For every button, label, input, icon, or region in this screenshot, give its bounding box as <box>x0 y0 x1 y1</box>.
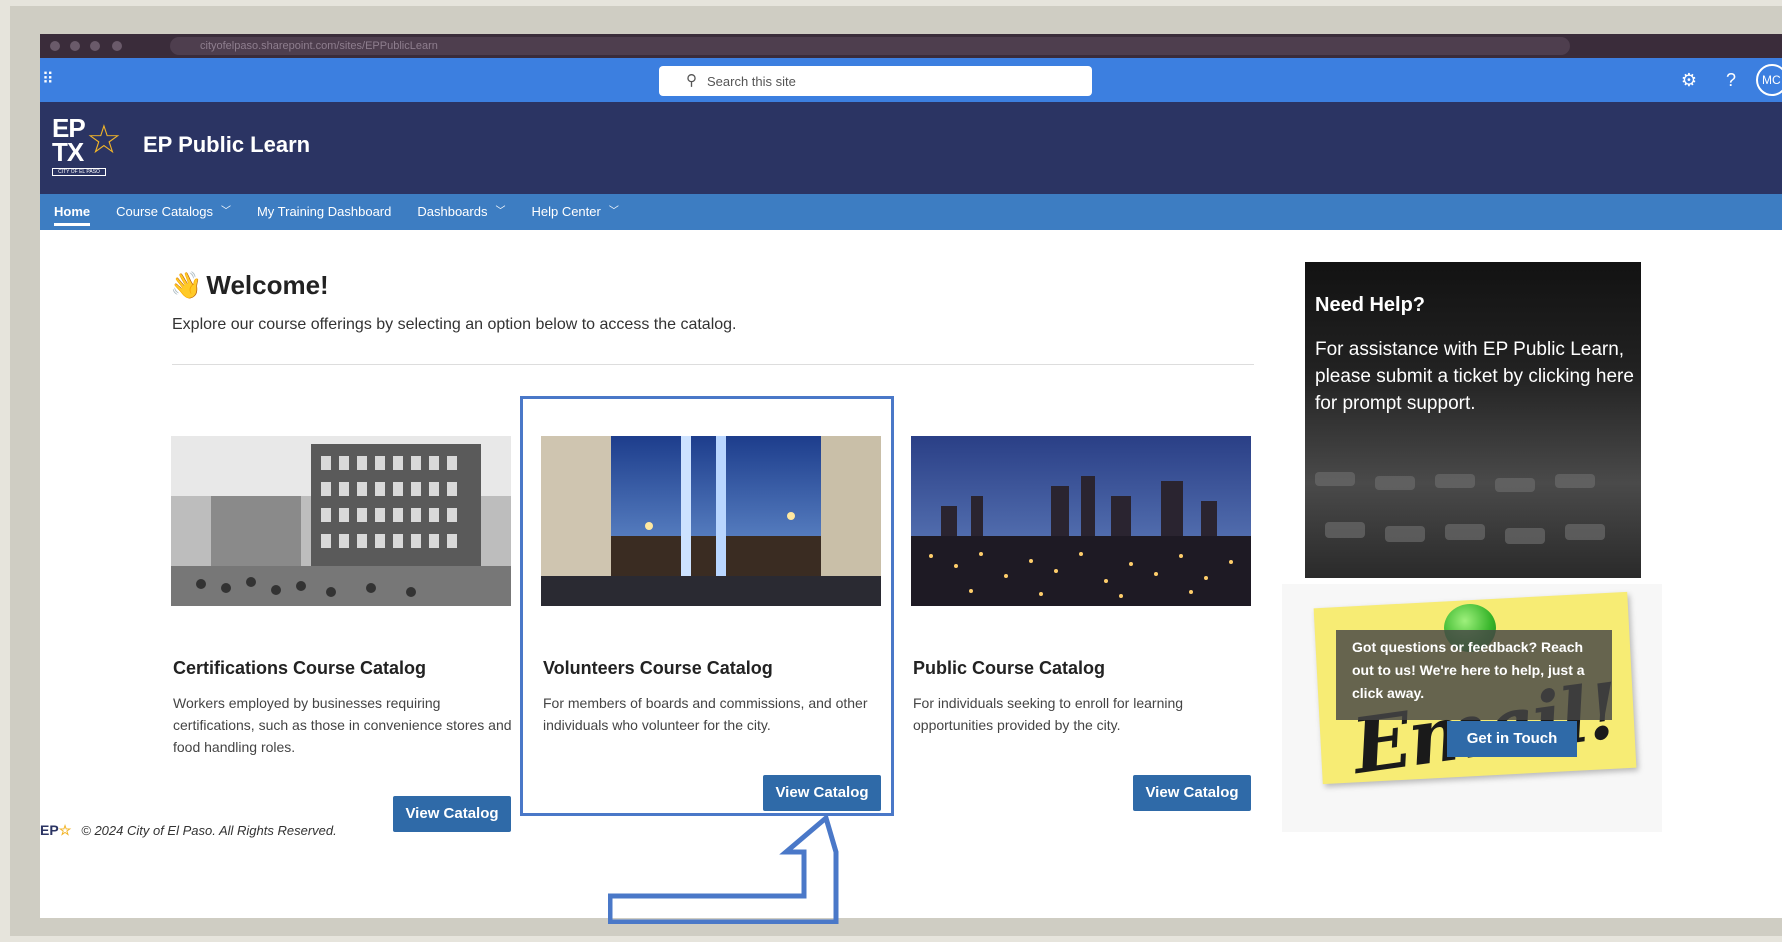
nav-item-home[interactable]: Home <box>54 194 91 230</box>
help-title: Need Help? <box>1315 294 1426 316</box>
browser-window: cityofelpaso.sharepoint.com/sites/EPPubl… <box>40 34 1782 918</box>
card-image-historic-street <box>171 436 511 606</box>
help-icon[interactable]: ? <box>1718 67 1744 93</box>
card-description: For members of boards and commissions, a… <box>543 695 868 733</box>
star-icon: ☆ <box>58 822 72 838</box>
catalog-card-certifications: Certifications Course Catalog Workers em… <box>171 436 512 832</box>
email-tile: Email! Got questions or feedback? Reach … <box>1282 584 1662 832</box>
card-description: Workers employed by businesses requiring… <box>173 695 512 755</box>
chevron-down-icon: ﹀ <box>495 206 506 217</box>
card-description: For individuals seeking to enroll for le… <box>913 695 1184 733</box>
avatar[interactable]: MC <box>1756 64 1782 96</box>
view-catalog-button[interactable]: View Catalog <box>763 775 881 811</box>
browser-toolbar: cityofelpaso.sharepoint.com/sites/EPPubl… <box>40 34 1782 58</box>
page-title: Welcome! <box>206 270 329 300</box>
chevron-down-icon: ﹀ <box>608 206 619 217</box>
search-input[interactable] <box>707 73 1067 89</box>
nav-item-label: Home <box>54 204 91 219</box>
sharepoint-suite-bar: ⠿ ⚲ ⚙ ? MC <box>40 58 1782 102</box>
card-title: Certifications Course Catalog <box>173 658 427 678</box>
address-bar[interactable]: cityofelpaso.sharepoint.com/sites/EPPubl… <box>170 37 1570 55</box>
search-icon: ⚲ <box>686 72 697 89</box>
copyright-text: © 2024 City of El Paso. All Rights Reser… <box>81 823 337 838</box>
reload-icon[interactable] <box>90 41 100 51</box>
catalog-card-volunteers: Volunteers Course Catalog For members of… <box>541 436 881 811</box>
gear-icon[interactable]: ⚙ <box>1676 67 1702 93</box>
site-logo[interactable]: EP TX ☆ CITY OF EL PASO <box>50 114 122 178</box>
get-in-touch-button[interactable]: Get in Touch <box>1447 721 1577 757</box>
nav-item-my-training-dashboard[interactable]: My Training Dashboard <box>257 194 391 230</box>
page-subtitle: Explore our course offerings by selectin… <box>172 316 737 333</box>
keyboard-image <box>1315 472 1605 544</box>
nav-item-label: Dashboards <box>417 204 488 219</box>
card-image-night-plaza <box>541 436 881 606</box>
help-body: For assistance with EP Public Learn, ple… <box>1315 339 1634 414</box>
site-search[interactable]: ⚲ <box>659 66 1092 96</box>
star-icon: ☆ <box>86 118 122 162</box>
page-footer: EP☆ © 2024 City of El Paso. All Rights R… <box>40 822 337 839</box>
site-title[interactable]: EP Public Learn <box>143 132 310 158</box>
chevron-down-icon: ﹀ <box>220 206 231 217</box>
back-icon[interactable] <box>50 41 60 51</box>
logo-text-tx: TX <box>52 137 84 167</box>
card-title: Public Course Catalog <box>913 658 1106 678</box>
view-catalog-button[interactable]: View Catalog <box>393 796 511 832</box>
forward-icon[interactable] <box>70 41 80 51</box>
nav-item-course-catalogs[interactable]: Course Catalogs ﹀ <box>116 194 231 230</box>
page-content: 👋 Welcome! Explore our course offerings … <box>40 230 1782 918</box>
nav-item-label: My Training Dashboard <box>256 204 392 219</box>
nav-item-label: Course Catalogs <box>116 204 213 219</box>
app-launcher-icon[interactable]: ⠿ <box>42 72 56 88</box>
view-catalog-button[interactable]: View Catalog <box>1133 775 1251 811</box>
email-overlay-text: Got questions or feedback? Reach out to … <box>1336 630 1612 720</box>
logo-tagline: CITY OF EL PASO <box>52 168 106 176</box>
card-title: Volunteers Course Catalog <box>543 658 773 678</box>
nav-item-label: Help Center <box>531 204 601 219</box>
nav-item-dashboards[interactable]: Dashboards ﹀ <box>417 194 505 230</box>
footer-logo: EP☆ <box>40 822 71 839</box>
nav-item-help-center[interactable]: Help Center ﹀ <box>531 194 618 230</box>
divider <box>172 364 1254 365</box>
home-icon[interactable] <box>112 41 122 51</box>
welcome-heading: 👋 Welcome! <box>170 270 329 301</box>
site-header: EP TX ☆ CITY OF EL PASO EP Public Learn <box>40 102 1782 194</box>
need-help-tile[interactable]: Need Help? For assistance with EP Public… <box>1305 262 1641 578</box>
top-navigation: Home Course Catalogs ﹀ My Training Dashbo… <box>40 194 1782 230</box>
waving-hand-icon: 👋 <box>170 270 203 300</box>
footer-logo-text: EP <box>40 822 59 838</box>
card-image-city-skyline <box>911 436 1251 606</box>
catalog-card-public: Public Course Catalog For individuals se… <box>911 436 1251 811</box>
